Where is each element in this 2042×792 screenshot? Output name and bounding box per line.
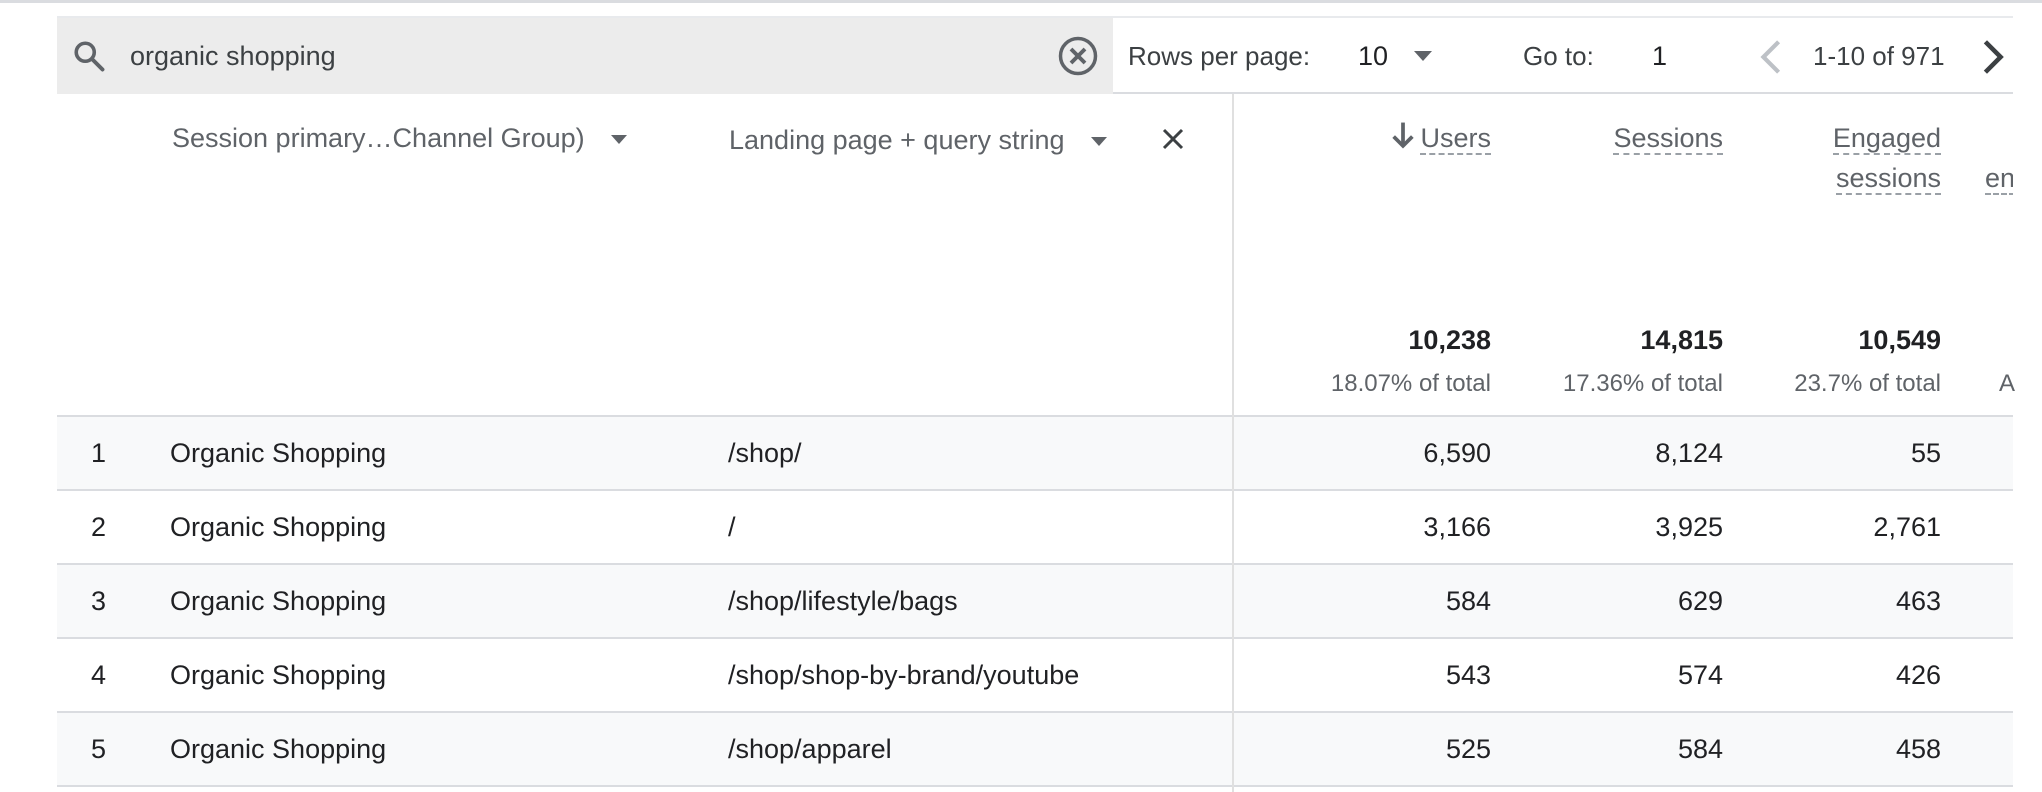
metric-header-users[interactable]: Users [1392,118,1491,158]
goto-label: Go to: [1523,41,1594,71]
sessions-cell: 629 [1677,586,1723,616]
pct-users: 18.07% of total [1330,370,1491,397]
search-icon [74,41,105,72]
metric-header-sessions[interactable]: Sessions [1613,118,1723,158]
chevron-left-icon[interactable] [1757,38,1785,76]
search-field[interactable]: organic shopping [57,18,1113,94]
close-icon[interactable] [1158,124,1188,154]
dimension-header-label: Landing page + query string [729,125,1065,155]
engaged-sessions-cell: 463 [1895,586,1941,616]
users-cell: 3,166 [1423,512,1491,542]
pct-partial: A [1999,370,2016,397]
sessions-cell: 574 [1677,660,1723,690]
chevron-down-icon[interactable] [1090,137,1107,147]
arrow-down-icon [1392,122,1415,149]
users-cell: 6,590 [1423,438,1491,468]
row-index: 3 [91,586,107,616]
total-users: 10,238 [1408,325,1491,355]
row-index: 5 [91,734,107,764]
total-engaged-sessions: 10,549 [1858,325,1941,355]
landing-page-cell: /shop/ [728,438,802,468]
landing-page-cell: / [728,512,736,542]
users-cell: 584 [1445,586,1491,616]
metric-label: en [1985,163,2013,195]
table-row[interactable]: 1 Organic Shopping/shop/6,590 8,124 55 [57,417,2013,491]
top-border [0,0,2042,3]
dimension-header-landing-page[interactable]: Landing page + query string [729,122,1107,158]
column-divider [1232,94,1234,792]
chevron-down-icon[interactable] [610,135,627,145]
dimension-header-label: Session primary…Channel Group) [172,123,585,153]
row-index: 2 [91,512,107,542]
sessions-cell: 8,124 [1655,438,1723,468]
table-row[interactable]: 4 Organic Shopping/shop/shop-by-brand/you… [57,639,2013,713]
table-row[interactable]: 3 Organic Shopping/shop/lifestyle/bags 584… [57,565,2013,639]
row-index: 1 [91,438,107,468]
channel-cell: Organic Shopping [170,734,387,764]
channel-cell: Organic Shopping [170,438,387,468]
table-toolbar: organic shopping Rows per page: 10 Go to… [57,16,2013,94]
landing-page-cell: /shop/apparel [728,734,892,764]
channel-cell: Organic Shopping [170,660,387,690]
metric-header-engaged-sessions[interactable]: Engaged sessions [1832,118,1941,198]
table-row[interactable]: 2 Organic Shopping / 3,166 3,925 2,761 [57,491,2013,565]
metric-header-partial[interactable]: en [1985,158,2013,198]
metric-label: Users [1420,123,1491,155]
landing-page-cell: /shop/lifestyle/bags [728,586,958,616]
metric-label: Sessions [1613,123,1723,155]
landing-page-cell: /shop/shop-by-brand/youtube [728,660,1080,690]
chevron-right-icon[interactable] [1979,38,2007,76]
data-table: Session primary…Channel Group) Landing p… [57,94,2016,792]
channel-cell: Organic Shopping [170,586,387,616]
clear-search-icon[interactable] [1057,35,1099,77]
engaged-sessions-cell: 55 [1910,438,1941,468]
pct-engaged-sessions: 23.7% of total [1794,370,1941,397]
rows-per-page-label: Rows per page: [1128,41,1311,71]
pagination-range: 1-10 of 971 [1813,41,1945,71]
users-cell: 543 [1445,660,1491,690]
dimension-header-channel-group[interactable]: Session primary…Channel Group) [172,120,627,156]
metric-label-line2: sessions [1835,163,1941,195]
pct-sessions: 17.36% of total [1562,370,1723,397]
goto-page-input[interactable]: 1 [1652,38,1667,74]
search-input[interactable]: organic shopping [130,38,336,74]
sessions-cell: 584 [1677,734,1723,764]
engaged-sessions-cell: 458 [1895,734,1941,764]
rows-per-page-select[interactable]: 10 [1358,38,1388,74]
engaged-sessions-cell: 2,761 [1873,512,1941,542]
channel-cell: Organic Shopping [170,512,387,542]
sessions-cell: 3,925 [1655,512,1723,542]
engaged-sessions-cell: 426 [1895,660,1941,690]
row-index: 4 [91,660,107,690]
table-row[interactable]: 5 Organic Shopping/shop/apparel 525 584 458 [57,713,2013,787]
table-header: Session primary…Channel Group) Landing p… [57,94,2016,417]
metric-label-line1: Engaged [1832,123,1941,155]
total-sessions: 14,815 [1640,325,1723,355]
chevron-down-icon[interactable] [1414,51,1432,61]
users-cell: 525 [1445,734,1491,764]
